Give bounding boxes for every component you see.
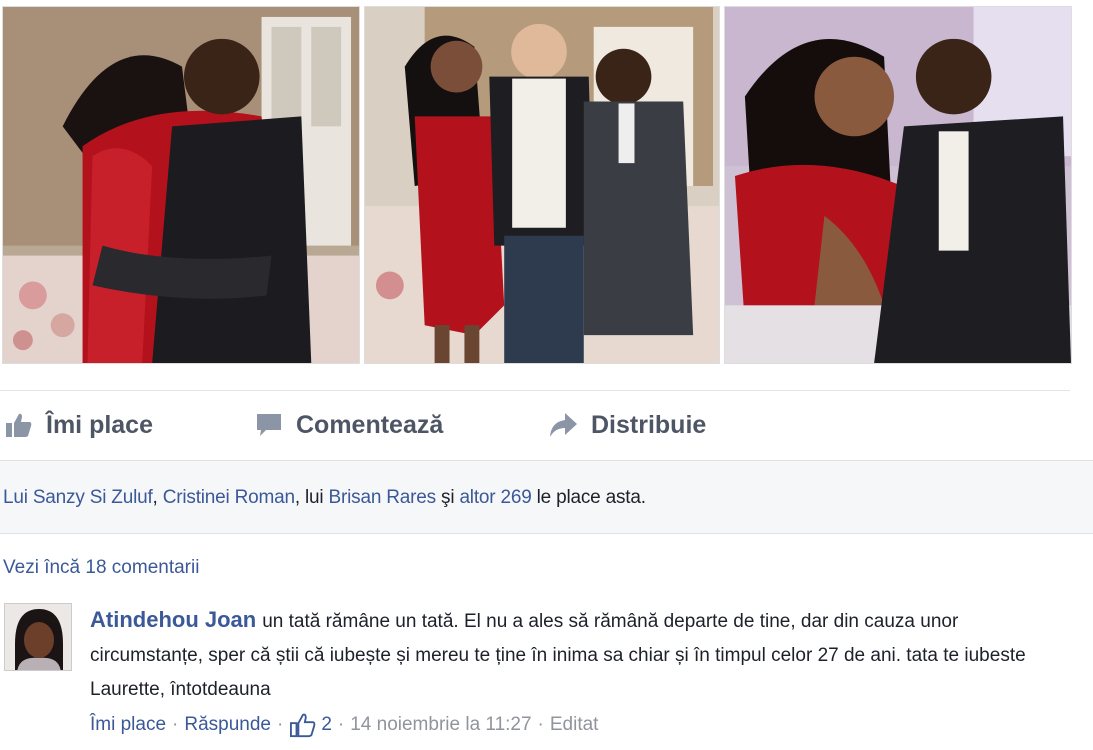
comment-body: Atindehou Joan un tată rămâne un tată. El… xyxy=(90,603,1075,707)
likes-suffix: le place asta. xyxy=(531,487,646,508)
avatar-image xyxy=(5,604,71,670)
photo-hug[interactable] xyxy=(2,6,360,364)
photo-group[interactable] xyxy=(364,6,720,364)
meta-separator: · xyxy=(337,714,345,735)
share-arrow-icon xyxy=(550,413,577,437)
post-action-bar: Îmi place Comentează Distribuie xyxy=(0,390,1070,461)
comment-button[interactable]: Comentează xyxy=(254,409,443,441)
thumbs-up-icon xyxy=(6,413,32,437)
likes-separator-1: , xyxy=(152,487,163,508)
comment-like-count[interactable]: 2 xyxy=(321,714,332,736)
meta-separator: · xyxy=(537,714,544,735)
comment-timestamp[interactable]: 14 noiembrie la 11:27 xyxy=(350,714,531,736)
comment-like-link[interactable]: Îmi place xyxy=(90,714,166,736)
likes-and-text: şi xyxy=(435,487,460,508)
comment-edited-label[interactable]: Editat xyxy=(550,714,599,736)
comment-author-avatar[interactable] xyxy=(4,603,72,671)
photo-group-image xyxy=(365,7,719,363)
liker-link-2[interactable]: Cristinei Roman xyxy=(163,487,295,508)
likes-summary-text: Lui Sanzy Si Zuluf, Cristinei Roman, lui… xyxy=(3,487,646,509)
comment-reply-link[interactable]: Răspunde xyxy=(184,714,271,736)
like-button[interactable]: Îmi place xyxy=(4,409,153,441)
speech-bubble-icon xyxy=(257,414,281,436)
comment-meta: Îmi place · Răspunde · 2 · 14 noiembrie … xyxy=(90,712,598,738)
comment-button-label: Comentează xyxy=(296,410,444,439)
liker-link-3[interactable]: Brisan Rares xyxy=(329,487,437,508)
photo-kiss-image xyxy=(725,7,1071,363)
likes-summary: Lui Sanzy Si Zuluf, Cristinei Roman, lui… xyxy=(0,460,1093,534)
meta-separator: · xyxy=(172,714,179,735)
photo-kiss[interactable] xyxy=(724,6,1072,364)
thumbs-up-icon[interactable] xyxy=(289,712,317,738)
share-button[interactable]: Distribuie xyxy=(547,409,706,441)
other-likers-link[interactable]: altor 269 xyxy=(459,487,531,508)
view-more-comments-link[interactable]: Vezi încă 18 comentarii xyxy=(3,557,199,579)
meta-separator: · xyxy=(276,714,284,735)
comment-author-link[interactable]: Atindehou Joan xyxy=(90,607,256,632)
photo-hug-image xyxy=(3,7,359,363)
share-button-label: Distribuie xyxy=(591,410,707,439)
photo-strip xyxy=(0,0,1093,372)
likes-separator-2: , lui xyxy=(294,487,329,508)
liker-link-1[interactable]: Lui Sanzy Si Zuluf xyxy=(3,487,153,508)
like-button-label: Îmi place xyxy=(46,410,153,439)
